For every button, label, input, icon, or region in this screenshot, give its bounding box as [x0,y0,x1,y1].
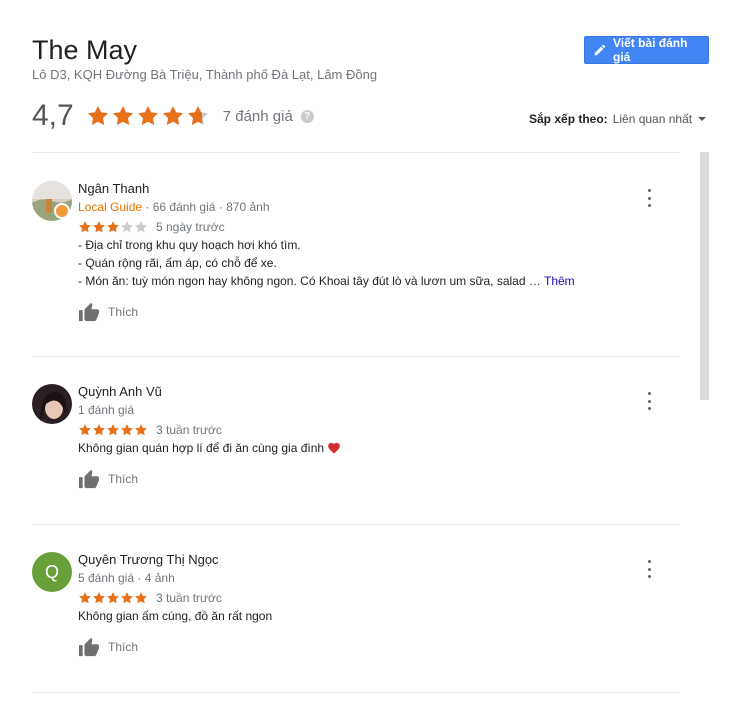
divider [32,152,680,153]
like-label: Thích [108,305,139,319]
review-count[interactable]: 7 đánh giá [223,108,293,125]
more-link[interactable]: Thêm [544,274,575,288]
like-button[interactable]: Thích [78,302,648,322]
star-icon [93,221,105,233]
thumbs-up-icon [79,302,99,322]
heart-icon [328,442,341,454]
more-options-icon[interactable] [644,392,654,410]
avatar[interactable] [32,384,72,424]
divider [32,524,680,525]
star-icon [107,592,119,604]
write-review-button[interactable]: Viết bài đánh giá [584,36,709,64]
star-icon [121,424,133,436]
write-review-label: Viết bài đánh giá [612,36,688,64]
sort-label: Sắp xếp theo: [529,112,608,126]
average-stars [86,104,211,128]
local-guide-badge-icon [54,203,70,219]
place-address: Lô D3, KQH Đường Bà Triệu, Thành phố Đà … [32,67,378,82]
star-icon [79,592,91,604]
review-text: Không gian ấm cúng, đồ ăn rất ngon [78,609,273,623]
star-icon [121,592,133,604]
like-button[interactable]: Thích [78,469,648,489]
scrollbar[interactable] [700,152,709,400]
caret-down-icon [698,117,707,121]
reviewer-name[interactable]: Quyên Trương Thị Ngọc [78,552,648,568]
reviewer-stats: 5 đánh giá · 4 ảnh [78,571,175,585]
review-text-body: Không gian quán hợp lí để đi ăn cùng gia… [78,441,328,455]
star-icon [79,424,91,436]
review-time: 3 tuần trước [156,591,222,605]
star-icon [93,592,105,604]
place-title: The May [32,35,138,65]
star-icon [107,424,119,436]
reviewer-stats: 1 đánh giá [78,403,135,417]
divider [32,356,680,357]
review-text: - Địa chỉ trong khu quy hoạch hơi khó tì… [78,236,648,290]
reviewer-stats: · 66 đánh giá · 870 ảnh [145,200,270,214]
rating-summary: 4,7 7 đánh giá ? [32,98,314,134]
more-options-icon[interactable] [644,560,654,578]
sort-dropdown[interactable]: Sắp xếp theo: Liên quan nhất [529,112,707,126]
star-icon [135,221,147,233]
like-label: Thích [108,472,139,486]
star-icon [87,106,108,126]
sort-value: Liên quan nhất [612,112,693,126]
star-icon [112,106,133,126]
star-icon [93,424,105,436]
review-time: 5 ngày trước [156,220,225,234]
help-icon[interactable]: ? [300,109,314,123]
thumbs-up-icon [79,469,99,489]
divider [32,692,680,693]
review-stars [78,423,148,437]
review-time: 3 tuần trước [156,423,222,437]
avatar[interactable]: Q [32,552,72,592]
reviewer-name[interactable]: Ngân Thanh [78,181,648,197]
pencil-icon [594,44,606,56]
like-label: Thích [108,640,139,654]
review-stars [78,220,148,234]
thumbs-up-icon [79,637,99,657]
star-icon [187,106,208,126]
star-icon [107,221,119,233]
review-stars [78,591,148,605]
star-icon [121,221,133,233]
more-options-icon[interactable] [644,189,654,207]
review-text-body: - Địa chỉ trong khu quy hoạch hơi khó tì… [78,238,541,288]
average-rating: 4,7 [32,99,74,132]
star-icon [137,106,158,126]
star-icon [135,424,147,436]
review-text: Không gian quán hợp lí để đi ăn cùng gia… [78,439,648,457]
like-button[interactable]: Thích [78,637,648,657]
star-icon [79,221,91,233]
reviewer-meta: Local Guide · 66 đánh giá · 870 ảnh [78,199,648,215]
reviewer-name[interactable]: Quỳnh Anh Vũ [78,384,648,400]
star-icon [135,592,147,604]
local-guide-label: Local Guide [78,200,143,214]
star-icon [162,106,183,126]
